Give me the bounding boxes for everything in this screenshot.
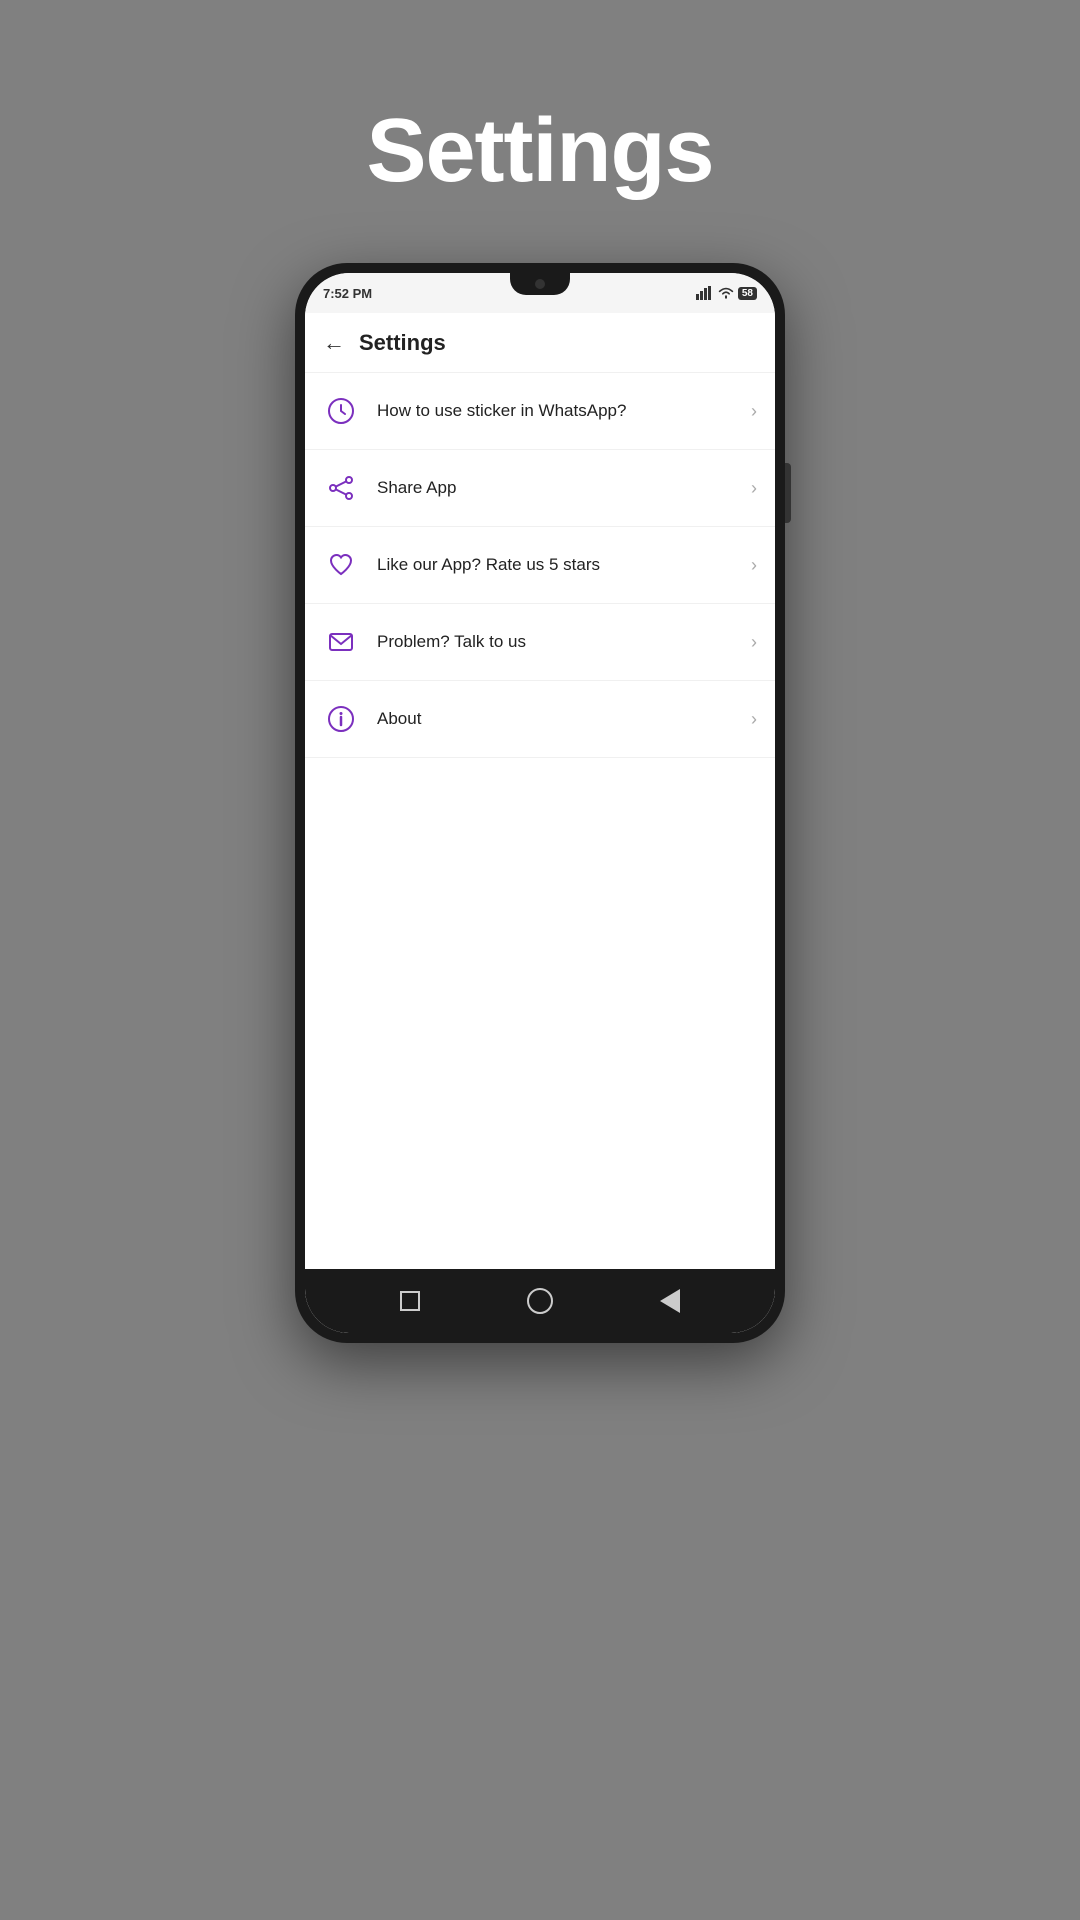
settings-item-share-app[interactable]: Share App ›: [305, 450, 775, 527]
camera-dot: [535, 279, 545, 289]
settings-item-about[interactable]: About ›: [305, 681, 775, 758]
how-to-use-label: How to use sticker in WhatsApp?: [377, 399, 733, 423]
page-background-title: Settings: [366, 100, 713, 203]
nav-home-button[interactable]: [523, 1284, 557, 1318]
settings-item-how-to-use[interactable]: How to use sticker in WhatsApp? ›: [305, 373, 775, 450]
chevron-icon: ›: [751, 478, 757, 499]
rate-us-label: Like our App? Rate us 5 stars: [377, 553, 733, 577]
recent-icon: [400, 1291, 420, 1311]
status-time: 7:52 PM: [323, 286, 372, 301]
clock-icon: [323, 393, 359, 429]
chevron-icon: ›: [751, 632, 757, 653]
signal-icon: [696, 286, 714, 300]
back-icon: [660, 1289, 680, 1313]
nav-recent-button[interactable]: [393, 1284, 427, 1318]
bottom-nav: [305, 1269, 775, 1333]
about-label: About: [377, 707, 733, 731]
status-bar: 7:52 PM 58: [305, 273, 775, 313]
settings-item-rate-us[interactable]: Like our App? Rate us 5 stars ›: [305, 527, 775, 604]
chevron-icon: ›: [751, 709, 757, 730]
app-bar-title: Settings: [359, 330, 446, 356]
share-icon: [323, 470, 359, 506]
app-bar: ← Settings: [305, 313, 775, 373]
chevron-icon: ›: [751, 401, 757, 422]
talk-to-us-label: Problem? Talk to us: [377, 630, 733, 654]
nav-back-button[interactable]: [653, 1284, 687, 1318]
back-button[interactable]: ←: [323, 330, 345, 356]
home-icon: [527, 1288, 553, 1314]
notch: [510, 273, 570, 295]
wifi-icon: [718, 286, 734, 300]
share-app-label: Share App: [377, 476, 733, 500]
phone-shell: 7:52 PM 58 ← Settings: [295, 263, 785, 1343]
settings-list: How to use sticker in WhatsApp? › Share …: [305, 373, 775, 1269]
settings-item-talk-to-us[interactable]: Problem? Talk to us ›: [305, 604, 775, 681]
info-icon: [323, 701, 359, 737]
chevron-icon: ›: [751, 555, 757, 576]
phone-screen: 7:52 PM 58 ← Settings: [305, 273, 775, 1333]
side-button: [785, 463, 791, 523]
envelope-icon: [323, 624, 359, 660]
status-icons: 58: [696, 286, 757, 300]
heart-icon: [323, 547, 359, 583]
battery-indicator: 58: [738, 287, 757, 300]
